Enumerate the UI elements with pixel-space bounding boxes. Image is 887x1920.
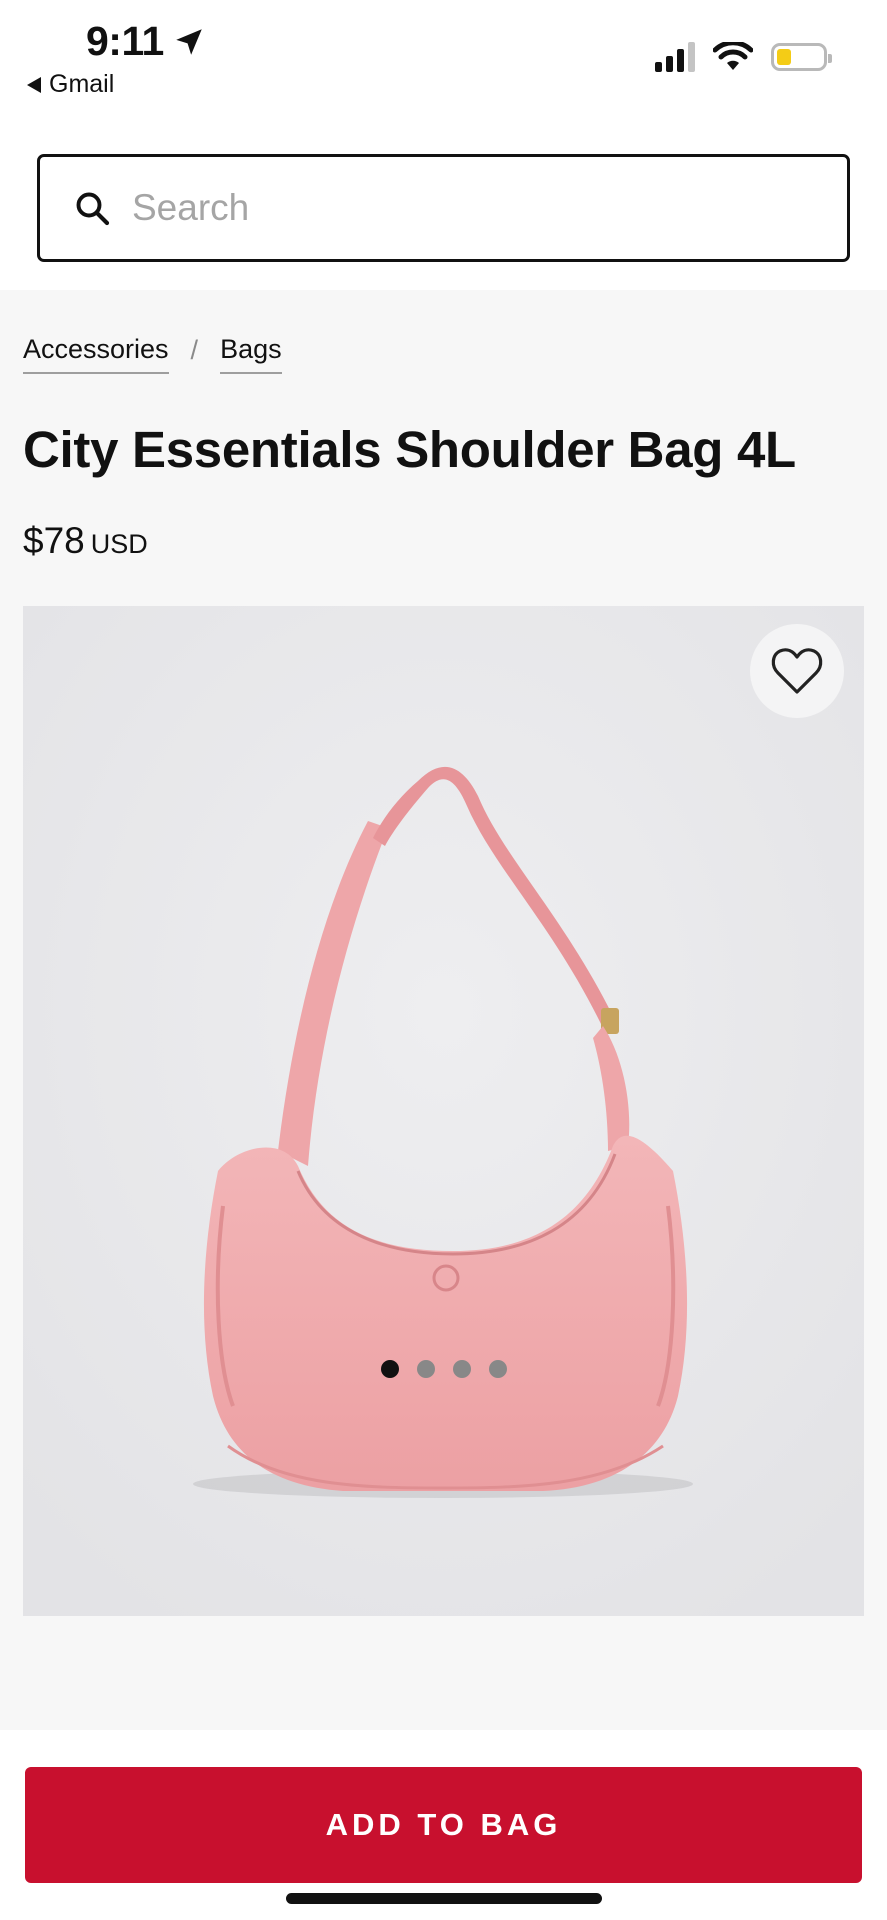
carousel-dot-2[interactable]	[416, 1360, 435, 1378]
carousel-dot-4[interactable]	[488, 1360, 507, 1378]
product-image[interactable]	[23, 606, 864, 1616]
breadcrumb-bags-link[interactable]: Bags	[220, 334, 282, 374]
carousel-dot-3[interactable]	[452, 1360, 471, 1378]
back-to-gmail-link[interactable]: Gmail	[27, 70, 114, 99]
status-icons	[655, 42, 832, 72]
location-arrow-icon	[176, 28, 202, 55]
search-section	[0, 110, 887, 290]
carousel-dot-1[interactable]	[380, 1360, 399, 1378]
status-time-text: 9:11	[86, 18, 164, 64]
image-carousel-dots	[0, 1360, 887, 1378]
search-icon	[76, 192, 110, 226]
product-title: City Essentials Shoulder Bag 4L	[23, 421, 796, 478]
wishlist-button[interactable]	[750, 624, 844, 718]
status-time: 9:11	[86, 18, 206, 65]
breadcrumb-accessories-link[interactable]: Accessories	[23, 334, 169, 374]
add-to-bag-button[interactable]: ADD TO BAG	[25, 1767, 862, 1883]
heart-icon	[771, 648, 823, 694]
wifi-icon	[713, 42, 753, 70]
cellular-signal-icon	[655, 42, 695, 72]
status-bar: 9:11 Gmail	[0, 0, 887, 110]
back-triangle-icon	[27, 76, 41, 93]
bag-illustration	[23, 606, 864, 1616]
product-content: Accessories / Bags City Essentials Shoul…	[0, 290, 887, 1730]
breadcrumb-separator: /	[190, 335, 199, 365]
price-amount: $78	[23, 520, 85, 561]
search-input[interactable]	[132, 187, 772, 229]
home-indicator	[286, 1893, 602, 1904]
price-currency: USD	[90, 529, 148, 559]
bottom-action-bar: ADD TO BAG	[0, 1730, 887, 1920]
search-box[interactable]	[37, 154, 850, 262]
product-price: $78 USD	[23, 520, 148, 562]
breadcrumb: Accessories / Bags	[23, 334, 282, 374]
battery-icon	[771, 43, 832, 71]
back-app-label: Gmail	[49, 70, 115, 98]
